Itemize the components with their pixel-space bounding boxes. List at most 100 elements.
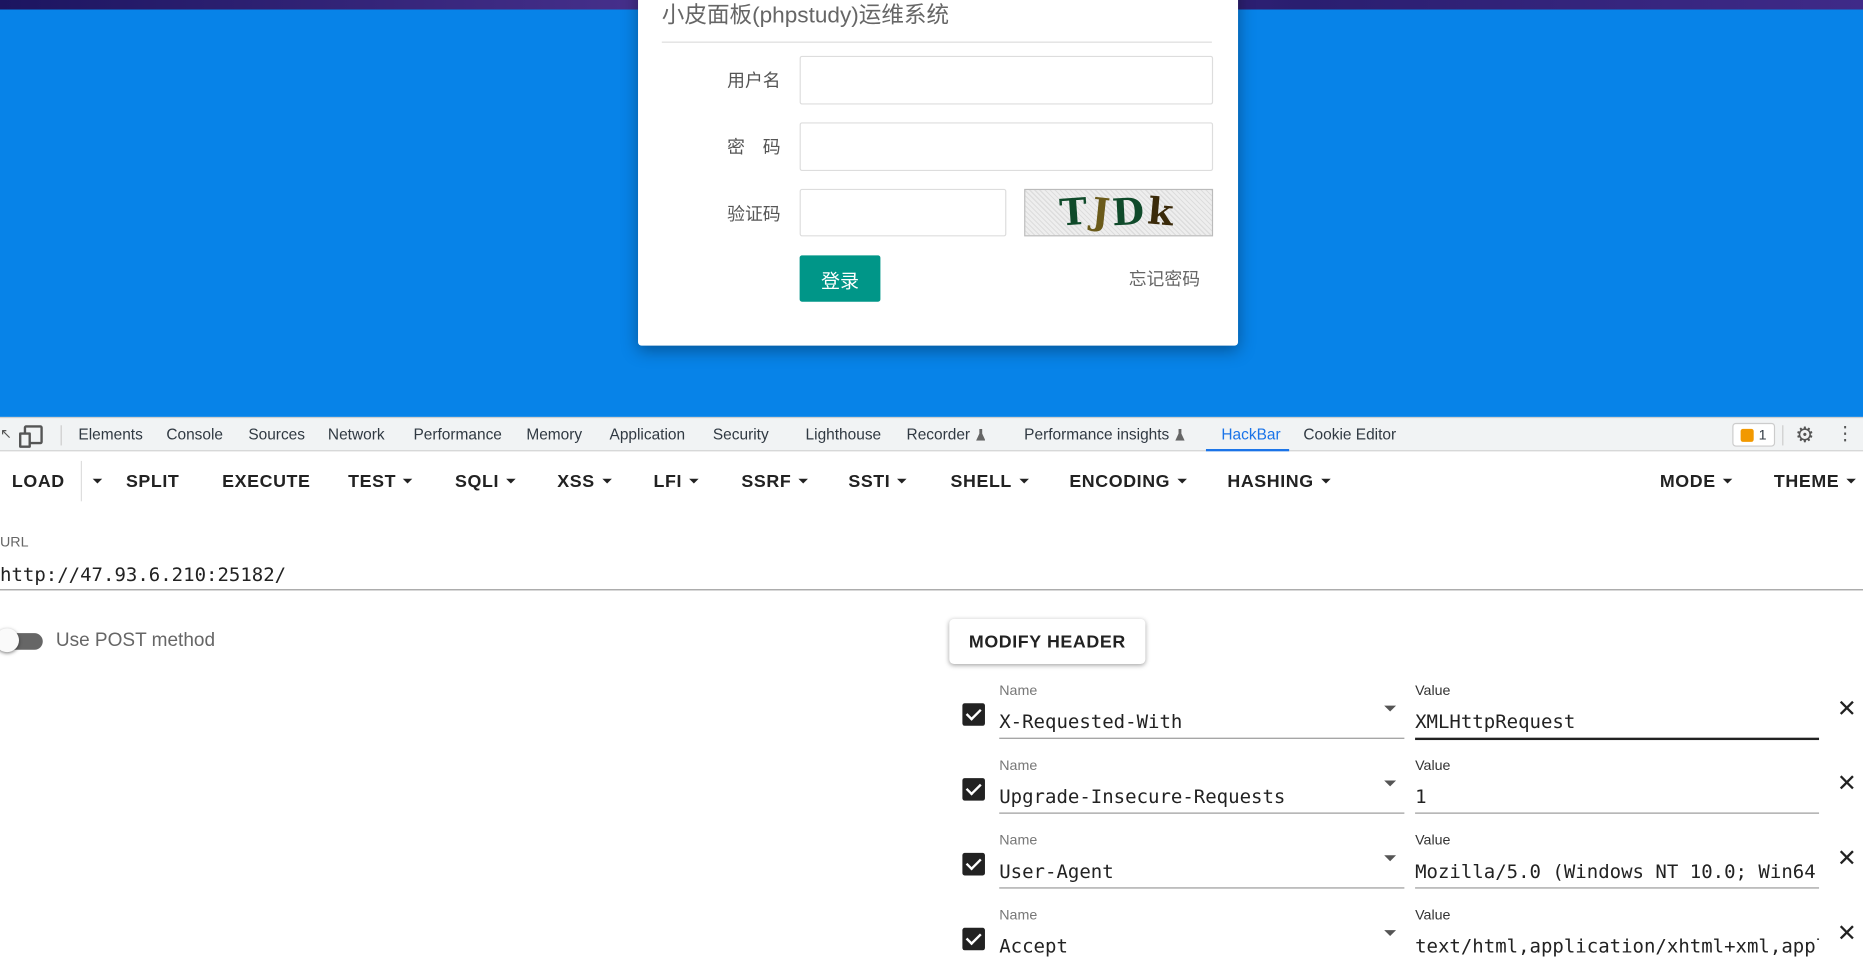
xss-menu[interactable]: XSS (557, 472, 612, 492)
execute-button[interactable]: EXECUTE (222, 472, 310, 492)
tab-sources[interactable]: Sources (248, 425, 305, 443)
tab-console[interactable]: Console (166, 425, 223, 443)
modify-header-button[interactable]: MODIFY HEADER (949, 618, 1146, 665)
tab-hackbar[interactable]: HackBar (1221, 425, 1280, 443)
login-card: 小皮面板(phpstudy)运维系统 用户名 密 码 验证码 T J D k 登… (638, 0, 1239, 346)
load-button[interactable]: LOAD (12, 472, 65, 492)
header-name-label: Name (999, 906, 1038, 923)
close-icon[interactable]: ✕ (1837, 847, 1857, 871)
header-enabled-checkbox[interactable] (962, 852, 985, 876)
header-enabled-checkbox[interactable] (962, 927, 985, 951)
header-name-input[interactable]: X-Requested-With (999, 710, 1355, 733)
tab-memory[interactable]: Memory (526, 425, 582, 443)
tab-performance-insights[interactable]: Performance insights (1024, 425, 1185, 443)
sqli-menu-label: SQLI (455, 471, 500, 492)
tab-cookie-editor[interactable]: Cookie Editor (1303, 425, 1396, 443)
chevron-down-icon (1846, 478, 1856, 484)
url-label: URL (0, 533, 29, 550)
header-row: Name Upgrade-Insecure-Requests Value 1 ✕ (949, 757, 1863, 836)
chevron-down-icon (1019, 478, 1029, 484)
login-button[interactable]: 登录 (799, 255, 881, 302)
test-menu[interactable]: TEST (348, 472, 413, 492)
captcha-label: 验证码 (727, 204, 781, 225)
tab-performance[interactable]: Performance (413, 425, 501, 443)
captcha-char: k (1146, 190, 1179, 236)
theme-menu[interactable]: THEME (1774, 472, 1856, 492)
load-dropdown[interactable] (86, 472, 103, 492)
url-input[interactable]: http://47.93.6.210:25182/ (0, 563, 286, 586)
browser-page: 小皮面板(phpstudy)运维系统 用户名 密 码 验证码 T J D k 登… (0, 0, 1863, 417)
devtools-tab-bar: ↖ Elements Console Sources Network Perfo… (0, 416, 1863, 452)
captcha-image[interactable]: T J D k (1024, 188, 1214, 237)
chevron-down-icon[interactable] (1384, 780, 1397, 787)
value-underline (1415, 887, 1820, 889)
name-underline (999, 887, 1405, 889)
hackbar-panel: LOAD SPLIT EXECUTE TEST SQLI XSS LFI SSR… (0, 451, 1863, 961)
chevron-down-icon (897, 478, 907, 484)
header-value-input[interactable]: 1 (1415, 785, 1819, 808)
header-name-input[interactable]: Accept (999, 935, 1355, 958)
ssti-menu[interactable]: SSTI (848, 472, 907, 492)
header-row: Name X-Requested-With Value XMLHttpReque… (949, 682, 1863, 762)
chevron-down-icon[interactable] (1384, 855, 1397, 862)
shell-menu[interactable]: SHELL (951, 472, 1029, 492)
gear-icon[interactable]: ⚙ (1795, 424, 1816, 445)
chevron-down-icon[interactable] (1384, 930, 1397, 937)
mode-menu[interactable]: MODE (1659, 471, 1733, 492)
header-name-input[interactable]: Upgrade-Insecure-Requests (999, 785, 1355, 808)
chevron-down-icon (1722, 478, 1733, 484)
split-button[interactable]: SPLIT (126, 472, 179, 492)
header-name-label: Name (999, 756, 1038, 774)
tab-separator (60, 425, 62, 446)
encoding-menu[interactable]: ENCODING (1069, 472, 1187, 492)
lfi-menu[interactable]: LFI (653, 472, 699, 492)
header-enabled-checkbox[interactable] (962, 778, 985, 801)
chevron-down-icon (92, 478, 103, 484)
tab-recorder[interactable]: Recorder (907, 425, 986, 443)
tab-security[interactable]: Security (713, 425, 769, 443)
chevron-down-icon (601, 478, 612, 484)
close-icon[interactable]: ✕ (1837, 922, 1857, 946)
chevron-down-icon (1177, 478, 1187, 484)
inspect-element-icon[interactable]: ↖ (0, 425, 12, 444)
test-menu-label: TEST (348, 471, 397, 492)
issues-badge[interactable]: 1 (1732, 422, 1776, 447)
experiment-flask-icon (1175, 428, 1185, 441)
header-row: Name User-Agent Value Mozilla/5.0 (Windo… (949, 832, 1863, 911)
mode-menu-label: MODE (1659, 471, 1716, 492)
experiment-flask-icon (976, 428, 986, 441)
device-toolbar-icon[interactable] (19, 425, 43, 448)
close-icon[interactable]: ✕ (1837, 772, 1857, 796)
username-input[interactable] (799, 55, 1214, 105)
chevron-down-icon (798, 478, 808, 484)
close-icon[interactable]: ✕ (1837, 697, 1857, 721)
more-options-icon[interactable]: ⋮ (1836, 424, 1855, 445)
ssrf-menu-label: SSRF (741, 471, 792, 492)
tab-recorder-label: Recorder (906, 425, 971, 444)
captcha-input[interactable] (799, 188, 1007, 237)
login-title: 小皮面板(phpstudy)运维系统 (661, 3, 950, 29)
hashing-menu[interactable]: HASHING (1227, 472, 1331, 492)
tab-lighthouse[interactable]: Lighthouse (806, 425, 882, 443)
shell-menu-label: SHELL (950, 471, 1012, 492)
forgot-password-link[interactable]: 忘记密码 (1129, 266, 1200, 291)
password-input[interactable] (799, 122, 1214, 172)
tab-elements[interactable]: Elements (78, 425, 142, 443)
header-enabled-checkbox[interactable] (962, 703, 985, 726)
header-value-input[interactable]: XMLHttpRequest (1415, 710, 1819, 733)
chevron-down-icon (689, 478, 699, 484)
tab-network[interactable]: Network (328, 425, 385, 443)
header-row: Name Accept Value text/html,application/… (949, 906, 1863, 961)
header-value-input[interactable]: Mozilla/5.0 (Windows NT 10.0; Win64; x64… (1415, 860, 1819, 883)
sqli-menu[interactable]: SQLI (455, 472, 516, 492)
ssrf-menu[interactable]: SSRF (741, 472, 808, 492)
tab-application[interactable]: Application (610, 425, 686, 443)
toolbar-separator (1782, 425, 1784, 446)
chevron-down-icon (403, 478, 413, 484)
chevron-down-icon[interactable] (1384, 705, 1397, 712)
username-label: 用户名 (727, 71, 781, 92)
chevron-down-icon (506, 478, 516, 484)
header-value-input[interactable]: text/html,application/xhtml+xml,applicat… (1415, 935, 1819, 958)
header-name-input[interactable]: User-Agent (999, 860, 1355, 883)
post-method-toggle[interactable] (0, 628, 43, 653)
